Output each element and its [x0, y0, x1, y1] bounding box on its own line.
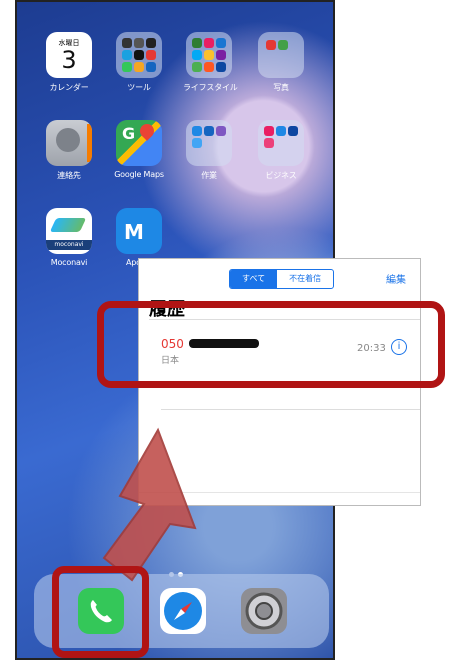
segment-missed[interactable]: 不在着信 [277, 270, 333, 288]
business-folder[interactable]: ビジネス [255, 120, 307, 181]
business-label: ビジネス [265, 171, 297, 180]
folder-icon [116, 32, 162, 78]
highlight-call-entry [97, 301, 445, 388]
segmented-control: すべて 不在着信 [229, 269, 335, 289]
highlight-phone-app [52, 566, 149, 658]
folder-icon [186, 120, 232, 166]
tools-label: ツール [127, 83, 151, 92]
edit-button[interactable]: 編集 [386, 271, 406, 286]
moconavi-label: Moconavi [50, 258, 88, 267]
moconavi-icon: moconavi [46, 208, 92, 254]
contacts-label: 連絡先 [57, 171, 81, 180]
moconavi-app[interactable]: moconavi Moconavi [43, 208, 95, 267]
safari-icon[interactable] [160, 588, 206, 634]
photos-folder[interactable]: 写真 [255, 32, 307, 93]
map-icon: G [116, 120, 162, 166]
folder-icon [186, 32, 232, 78]
calendar-icon: 水曜日 3 [46, 32, 92, 78]
work-folder[interactable]: 作業 [183, 120, 235, 181]
segment-all[interactable]: すべて [230, 270, 278, 288]
settings-icon[interactable] [241, 588, 287, 634]
lifestyle-folder[interactable]: ライフスタイル [183, 32, 238, 93]
moconavi-logo-text: moconavi [46, 240, 92, 250]
apower-icon: M [116, 208, 162, 254]
lifestyle-label: ライフスタイル [183, 83, 238, 92]
calendar-day: 3 [61, 46, 77, 74]
folder-icon [258, 120, 304, 166]
calendar-app[interactable]: 水曜日 3 カレンダー [43, 32, 95, 93]
calendar-label: カレンダー [49, 83, 89, 92]
tools-folder[interactable]: ツール [113, 32, 165, 93]
pointer-arrow [102, 427, 197, 582]
work-label: 作業 [201, 171, 217, 180]
contacts-icon [46, 120, 92, 166]
folder-icon [258, 32, 304, 78]
google-maps-app[interactable]: G Google Maps [113, 120, 165, 179]
photos-label: 写真 [273, 83, 289, 92]
maps-label: Google Maps [114, 170, 164, 179]
contacts-app[interactable]: 連絡先 [43, 120, 95, 181]
